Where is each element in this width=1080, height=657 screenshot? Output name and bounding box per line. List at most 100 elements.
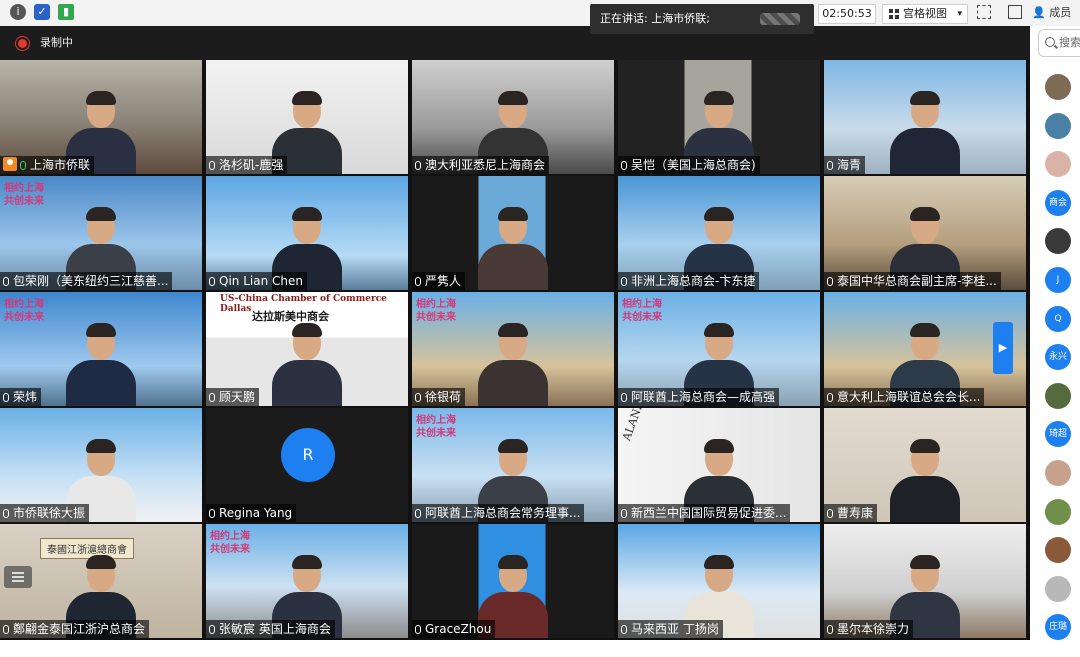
- participant-avatar[interactable]: 琦超: [1045, 421, 1071, 448]
- participant-name-label: 市侨联徐大振: [0, 504, 90, 522]
- video-tile[interactable]: 墨尔本徐崇力: [824, 524, 1026, 638]
- video-tile[interactable]: GraceZhou: [412, 524, 614, 638]
- video-tile[interactable]: 相约上海 共创未来张敏宸 英国上海商会: [206, 524, 408, 638]
- participant-avatar[interactable]: [1045, 537, 1071, 564]
- video-tile[interactable]: R Regina Yang: [206, 408, 408, 522]
- layout-toggle-icon[interactable]: [1008, 5, 1022, 19]
- microphone-icon: [621, 277, 627, 286]
- participant-name-label: 阿联酋上海总商会—成高强: [618, 388, 780, 406]
- chevron-down-icon: ▾: [957, 9, 962, 19]
- video-tile[interactable]: ALAND CHIN新西兰中国国际贸易促进委...: [618, 408, 820, 522]
- video-tile[interactable]: 马来西亚 丁扬岗: [618, 524, 820, 638]
- participant-figure: [64, 322, 138, 406]
- participant-name-label: 曹寿康: [824, 504, 878, 522]
- participant-name: 鄭翩金泰国江浙沪总商会: [13, 622, 146, 636]
- participant-name: 顾天鹏: [219, 390, 256, 404]
- participant-avatar[interactable]: Q: [1045, 305, 1071, 332]
- speaker-avatars: [760, 13, 800, 25]
- participant-name-label: 泰国中华总商会副主席-李桂...: [824, 272, 1001, 290]
- participant-avatar[interactable]: [1045, 151, 1071, 178]
- participant-avatar[interactable]: J: [1045, 267, 1071, 293]
- participant-name-label: 阿联酋上海总商会常务理事...: [412, 504, 585, 522]
- participant-name-label: 新西兰中国国际贸易促进委...: [618, 504, 791, 522]
- participant-figure: [888, 90, 962, 174]
- video-tile[interactable]: 非洲上海总商会-卞东捷: [618, 176, 820, 290]
- participant-avatar[interactable]: 商会: [1045, 189, 1071, 216]
- participant-name: 严隽人: [425, 274, 462, 288]
- participant-avatar[interactable]: 永兴: [1045, 344, 1071, 371]
- dallas-banner-title: US-China Chamber of Commerce Dallas: [220, 294, 387, 314]
- participant-name: 泰国中华总商会副主席-李桂...: [837, 274, 997, 288]
- view-mode-select[interactable]: 宫格视图 ▾: [882, 4, 968, 24]
- participant-name: 市侨联徐大振: [13, 506, 86, 520]
- video-tile[interactable]: 吴恺（美国上海总商会): [618, 60, 820, 174]
- participant-name: 新西兰中国国际贸易促进委...: [631, 506, 787, 520]
- participant-avatar[interactable]: [1045, 460, 1071, 486]
- participant-avatar[interactable]: [1045, 74, 1071, 100]
- info-icon[interactable]: i: [10, 4, 26, 20]
- video-tile[interactable]: 上海市侨联: [0, 60, 202, 174]
- microphone-icon: [621, 625, 627, 634]
- video-tile[interactable]: 泰国中华总商会副主席-李桂...: [824, 176, 1026, 290]
- search-placeholder: 搜索: [1059, 36, 1080, 49]
- participant-name: 阿联酋上海总商会常务理事...: [425, 506, 581, 520]
- microphone-icon: [827, 277, 833, 286]
- participant-name: 澳大利亚悉尼上海商会: [425, 158, 546, 172]
- participant-avatar[interactable]: [1045, 112, 1071, 139]
- microphone-icon: [621, 393, 627, 402]
- next-page-button[interactable]: ▶: [993, 322, 1013, 374]
- video-tile[interactable]: 相约上海 共创未来 荣炜: [0, 292, 202, 406]
- event-logo: 相约上海 共创未来: [4, 183, 44, 207]
- video-tile[interactable]: 海青: [824, 60, 1026, 174]
- participant-name-label: 张敏宸 英国上海商会: [206, 620, 335, 638]
- participant-avatar[interactable]: [1045, 382, 1071, 409]
- participant-name: 徐银荷: [425, 390, 462, 404]
- microphone-icon: [415, 393, 421, 402]
- microphone-icon: [621, 509, 627, 518]
- video-tile[interactable]: 曹寿康: [824, 408, 1026, 522]
- shield-icon[interactable]: ✓: [34, 4, 50, 20]
- event-logo: 相约上海 共创未来: [622, 299, 662, 323]
- participant-name: 包荣刚（美东纽约三江慈善...: [13, 274, 169, 288]
- microphone-icon: [827, 393, 833, 402]
- microphone-icon: [827, 625, 833, 634]
- participant-name: 阿联酋上海总商会—成高强: [631, 390, 776, 404]
- host-icon: [3, 157, 17, 171]
- video-tile[interactable]: 相约上海 共创未来包荣刚（美东纽约三江慈善...: [0, 176, 202, 290]
- video-tile[interactable]: Qin Lian Chen: [206, 176, 408, 290]
- participant-avatar[interactable]: [1045, 498, 1071, 525]
- microphone-icon: [20, 161, 26, 170]
- microphone-icon: [415, 161, 421, 170]
- video-tile[interactable]: 市侨联徐大振: [0, 408, 202, 522]
- video-tile[interactable]: 澳大利亚悉尼上海商会: [412, 60, 614, 174]
- video-tile[interactable]: 相约上海 共创未来 徐银荷: [412, 292, 614, 406]
- participant-name-label: 墨尔本徐崇力: [824, 620, 914, 638]
- video-tile[interactable]: 洛杉矶-鹿强: [206, 60, 408, 174]
- microphone-icon: [209, 393, 215, 402]
- participant-avatar[interactable]: [1045, 228, 1071, 255]
- participant-name-label: 徐银荷: [412, 388, 466, 406]
- video-grid: 上海市侨联 洛杉矶-鹿强 澳大利亚悉尼上海商会 吴恺（美国上海总商会) 海青相约上海 共…: [0, 60, 1030, 640]
- video-tile[interactable]: 相约上海 共创未来阿联酋上海总商会—成高强: [618, 292, 820, 406]
- video-tile[interactable]: 达拉斯美中商会 US-China Chamber of Commerce Dall…: [206, 292, 408, 406]
- participant-name-label: 海青: [824, 156, 866, 174]
- participants-sidebar: 搜索 商会 J Q 永兴琦超庄璐: [1030, 26, 1080, 657]
- record-icon[interactable]: [18, 39, 27, 48]
- video-tile[interactable]: 严隽人: [412, 176, 614, 290]
- participant-avatar[interactable]: [1045, 575, 1071, 602]
- microphone-icon: [3, 393, 9, 402]
- microphone-icon: [209, 277, 215, 286]
- participant-name-label: 吴恺（美国上海总商会): [618, 156, 760, 174]
- collapse-panel-button[interactable]: [4, 566, 32, 588]
- participant-name: 上海市侨联: [30, 158, 91, 172]
- event-logo: 相约上海 共创未来: [210, 531, 250, 555]
- event-logo: 相约上海 共创未来: [416, 415, 456, 439]
- microphone-icon: [827, 161, 833, 170]
- participant-avatar: R: [281, 428, 335, 482]
- signal-icon[interactable]: ▮: [58, 4, 74, 20]
- fullscreen-icon[interactable]: [977, 5, 991, 19]
- search-input[interactable]: 搜索: [1038, 29, 1080, 57]
- participant-avatar[interactable]: 庄璐: [1045, 614, 1071, 641]
- video-tile[interactable]: 相约上海 共创未来阿联酋上海总商会常务理事...: [412, 408, 614, 522]
- microphone-icon: [209, 625, 215, 634]
